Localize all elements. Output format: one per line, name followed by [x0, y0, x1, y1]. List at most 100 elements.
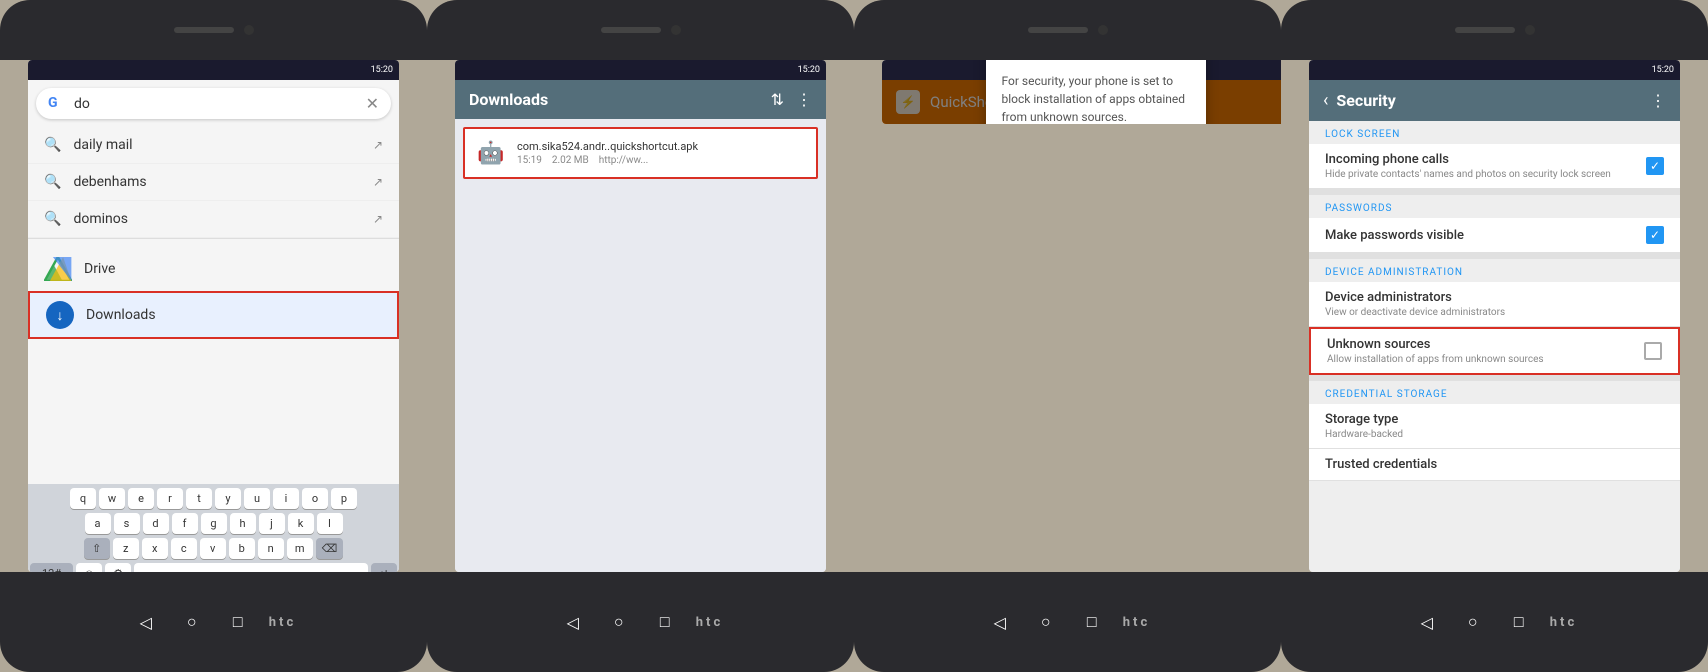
trusted-creds-setting[interactable]: Trusted credentials	[1309, 449, 1680, 481]
file-time: 15:19	[517, 155, 542, 166]
key-o[interactable]: o	[302, 488, 328, 509]
key-z[interactable]: z	[113, 538, 139, 559]
search-query[interactable]: do	[74, 96, 358, 112]
suggestion-daily-mail[interactable]: 🔍 daily mail ↗	[28, 127, 399, 164]
time-2: 15:20	[798, 65, 820, 75]
filter-icon[interactable]: ⇅	[771, 90, 784, 109]
key-shift[interactable]: ⇧	[84, 538, 110, 559]
key-y[interactable]: y	[215, 488, 241, 509]
key-w[interactable]: w	[99, 488, 125, 509]
key-l[interactable]: l	[317, 513, 343, 534]
checkbox-incoming[interactable]: ✓	[1646, 157, 1664, 175]
nav-recent-4[interactable]: □	[1504, 607, 1534, 637]
nav-back-2[interactable]: ◁	[558, 607, 588, 637]
panel4-content: ‹ Security ⋮ LOCK SCREEN Incoming phone …	[1309, 80, 1680, 572]
close-icon[interactable]: ✕	[366, 94, 379, 113]
passwords-visible-setting[interactable]: Make passwords visible ✓	[1309, 218, 1680, 253]
nav-home-3[interactable]: ○	[1031, 607, 1061, 637]
phone-panel-3: 15:20 ⚡ QuickShortcutMaker Install block…	[854, 0, 1281, 672]
key-d[interactable]: d	[143, 513, 169, 534]
nav-back-4[interactable]: ◁	[1412, 607, 1442, 637]
key-h[interactable]: h	[230, 513, 256, 534]
suggestion-text: daily mail	[73, 137, 361, 153]
suggestion-debenhams[interactable]: 🔍 debenhams ↗	[28, 164, 399, 201]
nav-home-2[interactable]: ○	[604, 607, 634, 637]
nav-back-1[interactable]: ◁	[131, 607, 161, 637]
key-e[interactable]: e	[128, 488, 154, 509]
nav-home-1[interactable]: ○	[177, 607, 207, 637]
key-r[interactable]: r	[157, 488, 183, 509]
key-j[interactable]: j	[259, 513, 285, 534]
key-q[interactable]: q	[70, 488, 96, 509]
file-info: com.sika524.andr..quickshortcut.apk 15:1…	[517, 140, 806, 166]
key-f[interactable]: f	[172, 513, 198, 534]
key-c[interactable]: c	[171, 538, 197, 559]
search-bar[interactable]: G do ✕	[36, 88, 391, 119]
brand-2: htc	[696, 615, 723, 630]
dialog-overlay: Install blocked For security, your phone…	[882, 80, 1281, 124]
key-b[interactable]: b	[229, 538, 255, 559]
key-123[interactable]: 12#	[30, 563, 73, 572]
arrow-icon: ↗	[373, 212, 383, 226]
nav-recent-1[interactable]: □	[223, 607, 253, 637]
arrow-icon: ↗	[373, 175, 383, 189]
setting-name-admins: Device administrators	[1325, 290, 1505, 305]
keyboard-row-4: 12# ☺ ⚙ ↵	[30, 563, 397, 572]
device-admins-setting[interactable]: Device administrators View or deactivate…	[1309, 282, 1680, 327]
toolbar-icons: ⇅ ⋮	[771, 90, 812, 109]
screen-1: 15:20 G do ✕ 🔍 daily mail ↗ 🔍 debenhams	[28, 60, 399, 572]
more-menu-icon[interactable]: ⋮	[1650, 91, 1666, 110]
camera-3	[1098, 25, 1108, 35]
keyboard-row-3: ⇧ z x c v b n m ⌫	[30, 538, 397, 559]
keyboard: q w e r t y u i o p a s d f g h	[28, 484, 399, 572]
phone-panel-2: 15:20 Downloads ⇅ ⋮ 🤖 com.sika524.andr..…	[427, 0, 854, 672]
file-size: 2.02 MB	[552, 155, 589, 166]
drive-app-item[interactable]: Drive	[28, 247, 399, 291]
nav-back-3[interactable]: ◁	[985, 607, 1015, 637]
key-a[interactable]: a	[85, 513, 111, 534]
camera-2	[671, 25, 681, 35]
status-bar-4: 15:20	[1309, 60, 1680, 80]
drive-icon	[44, 255, 72, 283]
unknown-sources-setting[interactable]: Unknown sources Allow installation of ap…	[1309, 327, 1680, 375]
downloads-app-item[interactable]: ↓ Downloads	[28, 291, 399, 339]
key-p[interactable]: p	[331, 488, 357, 509]
checkbox-passwords[interactable]: ✓	[1646, 226, 1664, 244]
phone-top-bar-3	[854, 0, 1281, 60]
downloads-title: Downloads	[469, 90, 548, 109]
speaker-2	[601, 27, 661, 33]
more-icon[interactable]: ⋮	[796, 90, 812, 109]
time-4: 15:20	[1652, 65, 1674, 75]
suggestion-dominos[interactable]: 🔍 dominos ↗	[28, 201, 399, 238]
key-n[interactable]: n	[258, 538, 284, 559]
screen-4: 15:20 ‹ Security ⋮ LOCK SCREEN Incoming …	[1309, 60, 1680, 572]
setting-desc-unknown: Allow installation of apps from unknown …	[1327, 354, 1544, 365]
key-enter[interactable]: ↵	[371, 563, 397, 572]
key-t[interactable]: t	[186, 488, 212, 509]
incoming-calls-setting[interactable]: Incoming phone calls Hide private contac…	[1309, 144, 1680, 189]
speaker-3	[1028, 27, 1088, 33]
checkbox-unknown[interactable]	[1644, 342, 1662, 360]
key-v[interactable]: v	[200, 538, 226, 559]
key-backspace[interactable]: ⌫	[316, 538, 344, 559]
back-arrow-icon[interactable]: ‹	[1323, 90, 1328, 111]
download-file-item[interactable]: 🤖 com.sika524.andr..quickshortcut.apk 15…	[463, 127, 818, 179]
status-bar-1: 15:20	[28, 60, 399, 80]
key-k[interactable]: k	[288, 513, 314, 534]
nav-recent-3[interactable]: □	[1077, 607, 1107, 637]
nav-recent-2[interactable]: □	[650, 607, 680, 637]
nav-home-4[interactable]: ○	[1458, 607, 1488, 637]
file-meta: 15:19 2.02 MB http://ww...	[517, 155, 806, 166]
key-i[interactable]: i	[273, 488, 299, 509]
key-gear[interactable]: ⚙	[105, 563, 131, 572]
key-g[interactable]: g	[201, 513, 227, 534]
setting-name-incoming: Incoming phone calls	[1325, 152, 1611, 167]
key-s[interactable]: s	[114, 513, 140, 534]
key-emoji[interactable]: ☺	[76, 563, 102, 572]
key-space[interactable]	[134, 563, 368, 572]
key-x[interactable]: x	[142, 538, 168, 559]
panel3-content: ⚡ QuickShortcutMaker Install blocked For…	[882, 80, 1281, 124]
key-u[interactable]: u	[244, 488, 270, 509]
storage-type-setting[interactable]: Storage type Hardware-backed	[1309, 404, 1680, 449]
key-m[interactable]: m	[287, 538, 313, 559]
